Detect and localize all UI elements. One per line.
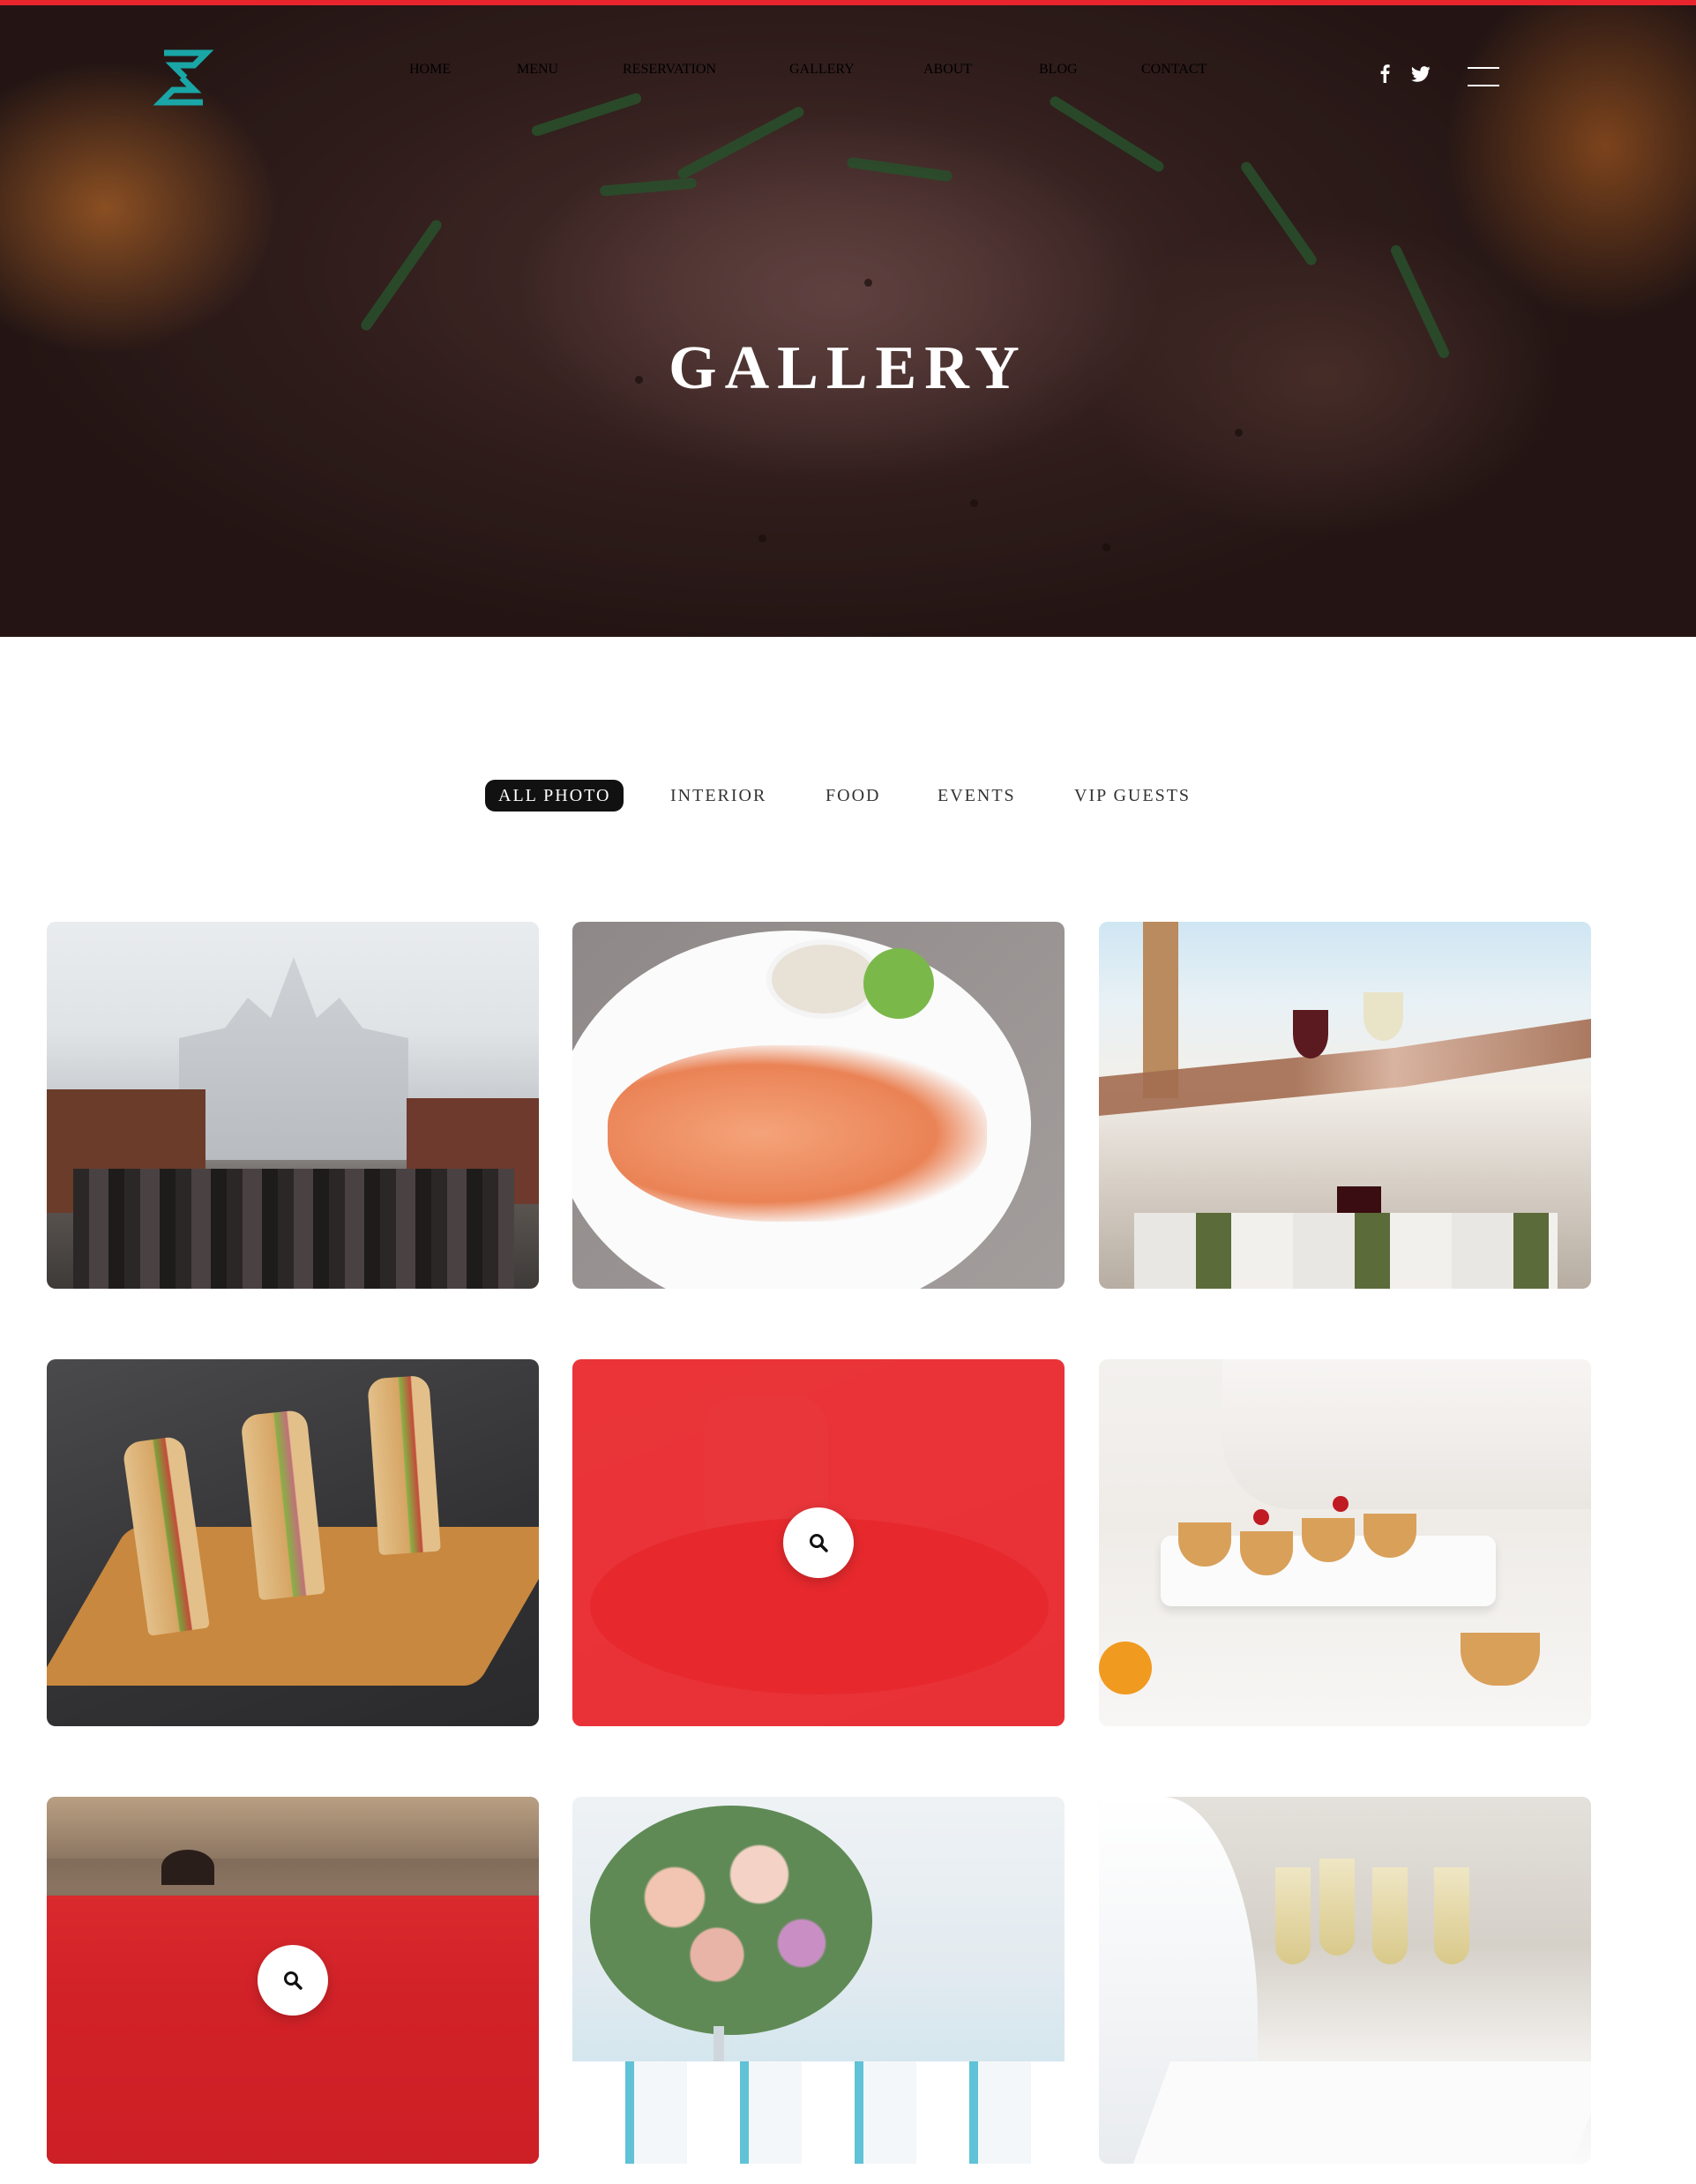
gallery-photo (47, 922, 539, 1289)
gallery-item[interactable] (47, 1359, 539, 1726)
zoom-button[interactable] (783, 1507, 854, 1578)
gallery-item[interactable] (1099, 922, 1591, 1289)
nav-about[interactable]: ABOUT (923, 62, 972, 78)
brand-logo-icon[interactable] (152, 48, 215, 108)
nav-blog[interactable]: BLOG (1039, 62, 1078, 78)
zoom-button[interactable] (258, 1945, 328, 2016)
gallery-item[interactable] (572, 922, 1065, 1289)
hamburger-menu-icon[interactable] (1468, 67, 1499, 86)
facebook-icon[interactable] (1379, 64, 1390, 83)
filter-food[interactable]: FOOD (826, 780, 880, 812)
filter-events[interactable]: EVENTS (938, 780, 1016, 812)
gallery-item[interactable] (1099, 1797, 1591, 2164)
nav-menu[interactable]: MENU (517, 62, 558, 78)
search-icon (284, 1971, 303, 1990)
nav-contact[interactable]: CONTACT (1141, 62, 1207, 78)
gallery-item[interactable] (572, 1797, 1065, 2164)
gallery-photo (47, 1359, 539, 1726)
nav-home[interactable]: HOME (409, 62, 451, 78)
gallery-photo (1099, 1797, 1591, 2164)
gallery-photo (572, 1797, 1065, 2164)
filter-all-photo[interactable]: ALL PHOTO (485, 780, 624, 812)
gallery-photo (572, 922, 1065, 1289)
hero-shade (0, 5, 1696, 637)
hero-banner: HOME MENU RESERVATION GALLERY ABOUT BLOG… (0, 5, 1696, 637)
gallery-item[interactable] (47, 922, 539, 1289)
search-icon (810, 1534, 828, 1552)
gallery-filter-bar: ALL PHOTO INTERIOR FOOD EVENTS VIP GUEST… (0, 780, 1696, 812)
filter-vip-guests[interactable]: VIP GUESTS (1074, 780, 1191, 812)
filter-interior[interactable]: INTERIOR (670, 780, 766, 812)
gallery-item[interactable] (1099, 1359, 1591, 1726)
gallery-photo (1099, 1359, 1591, 1726)
twitter-icon[interactable] (1411, 66, 1431, 82)
gallery-item[interactable] (572, 1359, 1065, 1726)
gallery-item[interactable] (47, 1797, 539, 2164)
hover-overlay (47, 1896, 539, 2164)
nav-gallery[interactable]: GALLERY (789, 62, 855, 78)
gallery-photo (1099, 922, 1591, 1289)
nav-reservation[interactable]: RESERVATION (623, 62, 716, 78)
page-title: GALLERY (669, 334, 1027, 402)
